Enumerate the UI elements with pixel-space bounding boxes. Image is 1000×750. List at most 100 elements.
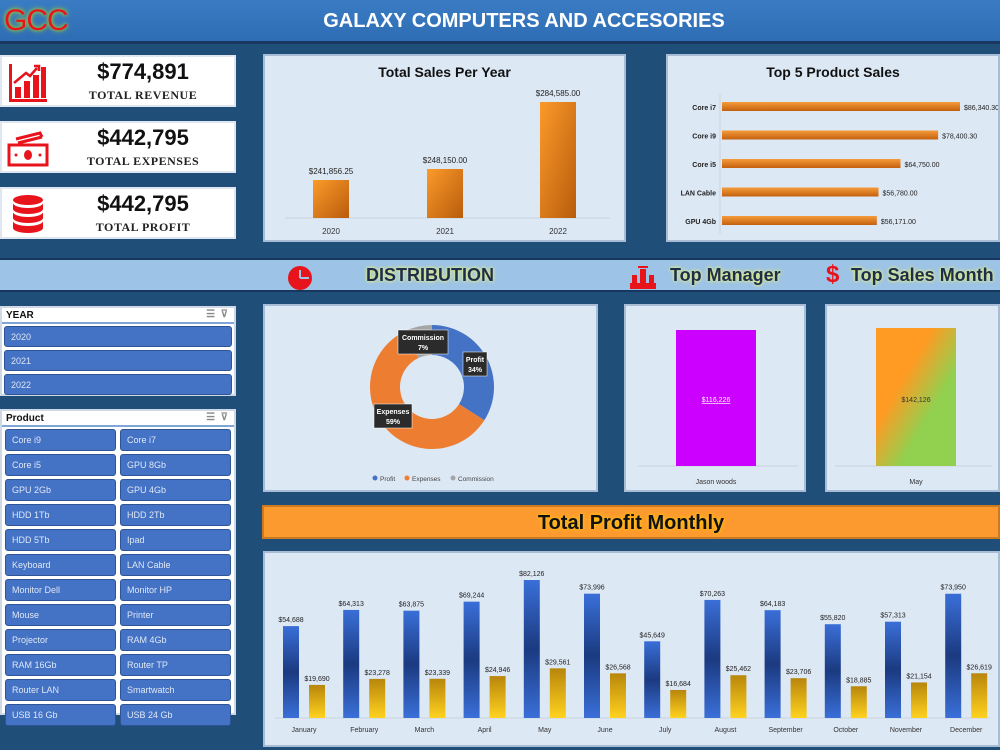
bar-profit (429, 678, 446, 718)
bar-sales (824, 624, 841, 718)
slicer-item[interactable]: Monitor HP (120, 579, 231, 601)
slicer-item[interactable]: 2020 (4, 326, 232, 347)
slicer-item[interactable]: 2021 (4, 350, 232, 371)
slicer-item[interactable]: Ipad (120, 529, 231, 551)
data-label: $56,780.00 (883, 191, 918, 198)
data-label: $78,400.30 (942, 134, 977, 141)
data-label: $26,568 (605, 664, 630, 671)
slicer-item[interactable]: HDD 1Tb (5, 504, 116, 526)
slicer-item[interactable]: Keyboard (5, 554, 116, 576)
kpi-label: TOTAL PROFIT (95, 220, 191, 234)
slicer-title: Product (6, 413, 44, 424)
bar-sales (704, 599, 721, 718)
kpi-label: TOTAL EXPENSES (86, 154, 200, 168)
slicer-item[interactable]: RAM 4Gb (120, 629, 231, 651)
slicer-tools: ☰ ⊽ (206, 309, 228, 320)
slicer-item[interactable]: USB 16 Gb (5, 704, 116, 726)
x-tick-label: 2022 (549, 227, 567, 236)
slicer-item[interactable]: Router LAN (5, 679, 116, 701)
bar-chart-growth-icon (9, 64, 47, 102)
data-label: $29,561 (545, 659, 570, 666)
distribution-donut-chart: Profit 34% Expenses 59% Commission 7% Profit Ex… (369, 325, 494, 483)
slicer-item[interactable]: GPU 4Gb (120, 479, 231, 501)
slicer-item[interactable]: Smartwatch (120, 679, 231, 701)
y-tick-label: Core i5 (692, 162, 716, 169)
slicer-item[interactable]: GPU 8Gb (120, 454, 231, 476)
slicer-header: YEAR ☰ ⊽ (2, 308, 234, 324)
x-tick-label: August (715, 727, 737, 734)
product-slicer: Product ☰ ⊽ Core i9 Core i7 Core i5 GPU 8Gb… (0, 409, 236, 726)
total-profit-monthly-banner: Total Profit Monthly (262, 505, 1000, 539)
bar-profit (790, 678, 807, 718)
x-tick-label: 2020 (322, 227, 340, 236)
slicer-item[interactable]: 2022 (4, 374, 232, 395)
slicer-item[interactable]: HDD 5Tb (5, 529, 116, 551)
top-sales-month-panel: $142,126 May (825, 304, 1000, 492)
y-tick-label: LAN Cable (681, 191, 717, 198)
section-band: DISTRIBUTION Top Manager $ Top Sales Mon… (0, 258, 1000, 292)
legend-marker (450, 475, 456, 481)
data-label: $55,820 (820, 615, 845, 622)
slicer-item[interactable]: LAN Cable (120, 554, 231, 576)
top-manager-chart: $116,226 Jason woods (638, 330, 798, 486)
data-label: 34% (468, 367, 483, 374)
slicer-title: YEAR (6, 310, 34, 321)
data-label: $64,750.00 (904, 162, 939, 169)
clear-filter-icon[interactable]: ⊽ (221, 309, 228, 320)
x-tick-label: 2021 (436, 227, 454, 236)
x-tick-label: Jason woods (696, 479, 737, 486)
bar-profit (549, 668, 566, 718)
slicer-item[interactable]: Core i5 (5, 454, 116, 476)
slicer-item[interactable]: USB 24 Gb (120, 704, 231, 726)
kpi-label: TOTAL REVENUE (88, 88, 198, 102)
data-label: $23,706 (786, 669, 811, 676)
data-label: $18,885 (846, 677, 871, 684)
bar-sales (584, 593, 600, 718)
bar (722, 187, 879, 197)
y-tick-label: Core i7 (692, 105, 716, 112)
top-manager-panel: $116,226 Jason woods (624, 304, 806, 492)
distribution-heading: DISTRIBUTION (366, 265, 494, 285)
x-tick-label: January (292, 727, 317, 734)
y-tick-label: Core i9 (692, 134, 716, 141)
bar-profit (309, 684, 325, 718)
dashboard-title: GALAXY COMPUTERS AND ACCESORIES (323, 10, 725, 32)
bar (722, 130, 939, 140)
slicer-item[interactable]: Monitor Dell (5, 579, 116, 601)
top-5-product-sales-panel: Top 5 Product Sales Core i7 $86,340.30 Cor… (666, 54, 1000, 242)
bar-sales (885, 621, 901, 718)
data-label: $23,339 (425, 670, 450, 677)
clear-filter-icon[interactable]: ⊽ (221, 412, 228, 423)
bar (540, 102, 576, 218)
slicer-item[interactable]: Printer (120, 604, 231, 626)
slicer-item[interactable]: Projector (5, 629, 116, 651)
dollar-icon: $ (826, 261, 840, 288)
kpi-value: $442,795 (97, 191, 189, 216)
x-tick-label: February (350, 727, 379, 734)
slicer-item[interactable]: GPU 2Gb (5, 479, 116, 501)
bar-sales (644, 641, 661, 718)
total-profit-monthly-panel: $54,688 $19,690 January $64,313 $23,278 Febru… (263, 551, 1000, 747)
data-label: 7% (418, 345, 429, 352)
slicer-item[interactable]: Router TP (120, 654, 231, 676)
slicer-item[interactable]: Core i9 (5, 429, 116, 451)
slicer-item[interactable]: Mouse (5, 604, 116, 626)
x-tick-label: June (597, 727, 612, 734)
legend-marker (404, 475, 410, 481)
data-label: Expenses (377, 409, 410, 416)
slicer-item[interactable]: Core i7 (120, 429, 231, 451)
bar (722, 102, 960, 111)
bar-sales (403, 610, 420, 718)
bar-profit (730, 675, 747, 718)
slicer-header: Product ☰ ⊽ (2, 411, 234, 427)
slicer-item[interactable]: RAM 16Gb (5, 654, 116, 676)
data-label: $86,340.30 (964, 105, 998, 112)
data-label: 59% (386, 419, 401, 426)
multi-select-icon[interactable]: ☰ (206, 309, 215, 320)
slicer-item[interactable]: HDD 2Tb (120, 504, 231, 526)
data-label: $57,313 (880, 613, 905, 620)
multi-select-icon[interactable]: ☰ (206, 412, 215, 423)
data-label: $25,462 (726, 666, 751, 673)
bar-sales (523, 580, 540, 718)
x-tick-label: December (950, 727, 983, 734)
